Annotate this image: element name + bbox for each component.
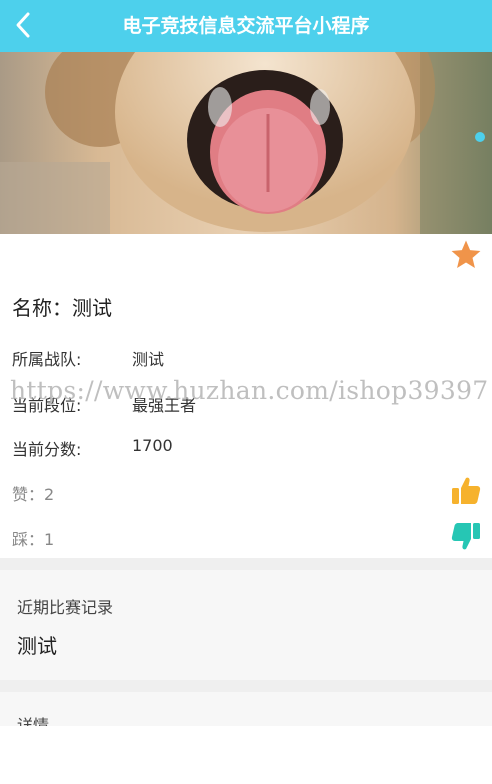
dislike-label: 踩： [12, 530, 45, 549]
thumbs-up-icon [452, 477, 481, 504]
recent-matches-content: 测试 [17, 634, 57, 658]
item-name-label: 名称： [12, 296, 72, 320]
field-label: 所属战队: [12, 350, 82, 369]
field-value: 最强王者 [132, 396, 197, 415]
item-name: 名称：测试 [12, 292, 112, 321]
recent-matches-title: 近期比赛记录 [17, 598, 114, 617]
item-name-value: 测试 [72, 296, 112, 320]
carousel-indicator[interactable] [475, 132, 485, 142]
page-title: 电子竞技信息交流平台小程序 [122, 15, 370, 37]
star-icon [451, 240, 481, 269]
like-label: 赞： [12, 485, 45, 504]
like-count: 赞：2 [12, 481, 54, 505]
details-section: 详情 [0, 692, 492, 726]
recent-matches-section: 近期比赛记录 测试 [0, 570, 492, 680]
thumbs-down-icon [451, 523, 480, 550]
field-label: 当前段位: [12, 396, 82, 415]
watermark-text: https://www.huzhan.com/ishop39397 [10, 376, 489, 405]
field-value: 测试 [132, 350, 165, 369]
section-divider [0, 558, 492, 570]
favorite-button[interactable] [449, 238, 483, 272]
like-value: 2 [44, 485, 55, 504]
dislike-value: 1 [44, 530, 55, 549]
like-button[interactable] [450, 475, 482, 507]
dislike-button[interactable] [450, 520, 482, 552]
dislike-count: 踩：1 [12, 526, 54, 550]
field-label: 当前分数: [12, 440, 82, 459]
top-bar: 电子竞技信息交流平台小程序 [0, 0, 492, 52]
field-value: 1700 [132, 436, 173, 455]
details-title: 详情 [17, 716, 50, 726]
banner-image [0, 52, 492, 234]
section-divider [0, 680, 492, 692]
